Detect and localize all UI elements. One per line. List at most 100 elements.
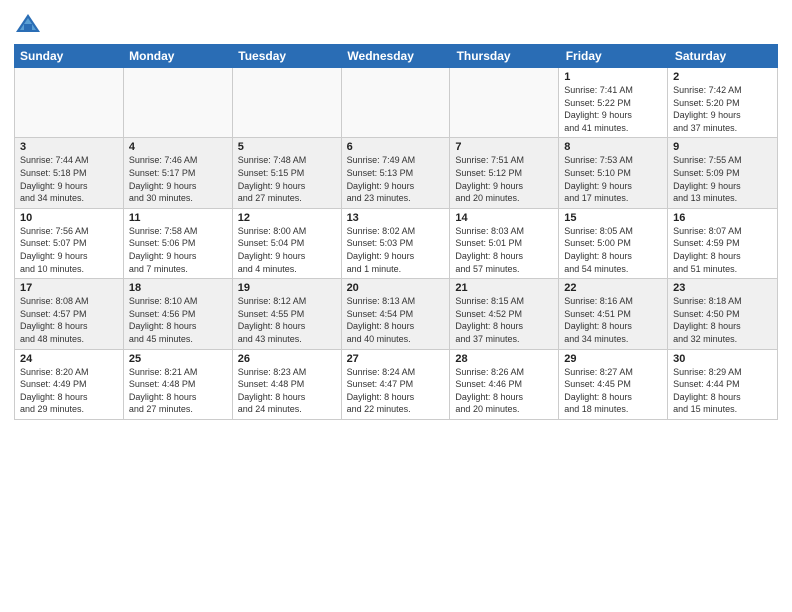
day-number: 10 [20, 212, 118, 224]
day-info: Sunrise: 8:27 AM Sunset: 4:45 PM Dayligh… [564, 366, 662, 416]
day-info: Sunrise: 7:51 AM Sunset: 5:12 PM Dayligh… [455, 154, 553, 204]
day-cell-18: 18Sunrise: 8:10 AM Sunset: 4:56 PM Dayli… [124, 279, 233, 348]
logo-icon [14, 10, 42, 38]
day-number: 20 [347, 282, 445, 294]
calendar-body: 1Sunrise: 7:41 AM Sunset: 5:22 PM Daylig… [14, 68, 778, 420]
day-info: Sunrise: 8:07 AM Sunset: 4:59 PM Dayligh… [673, 225, 772, 275]
day-cell-8: 8Sunrise: 7:53 AM Sunset: 5:10 PM Daylig… [559, 138, 668, 207]
day-cell-14: 14Sunrise: 8:03 AM Sunset: 5:01 PM Dayli… [450, 209, 559, 278]
header-cell-friday: Friday [560, 44, 669, 68]
header-cell-monday: Monday [123, 44, 232, 68]
day-cell-3: 3Sunrise: 7:44 AM Sunset: 5:18 PM Daylig… [15, 138, 124, 207]
header-cell-saturday: Saturday [669, 44, 778, 68]
day-cell-10: 10Sunrise: 7:56 AM Sunset: 5:07 PM Dayli… [15, 209, 124, 278]
day-cell-25: 25Sunrise: 8:21 AM Sunset: 4:48 PM Dayli… [124, 350, 233, 419]
day-cell-6: 6Sunrise: 7:49 AM Sunset: 5:13 PM Daylig… [342, 138, 451, 207]
day-number: 3 [20, 141, 118, 153]
day-number: 16 [673, 212, 772, 224]
day-cell-empty [342, 68, 451, 137]
day-number: 9 [673, 141, 772, 153]
day-number: 22 [564, 282, 662, 294]
day-info: Sunrise: 7:56 AM Sunset: 5:07 PM Dayligh… [20, 225, 118, 275]
day-cell-11: 11Sunrise: 7:58 AM Sunset: 5:06 PM Dayli… [124, 209, 233, 278]
day-number: 18 [129, 282, 227, 294]
day-number: 5 [238, 141, 336, 153]
week-row-2: 10Sunrise: 7:56 AM Sunset: 5:07 PM Dayli… [15, 209, 777, 279]
day-number: 15 [564, 212, 662, 224]
day-info: Sunrise: 7:48 AM Sunset: 5:15 PM Dayligh… [238, 154, 336, 204]
header-cell-wednesday: Wednesday [341, 44, 450, 68]
day-info: Sunrise: 8:12 AM Sunset: 4:55 PM Dayligh… [238, 295, 336, 345]
day-info: Sunrise: 8:21 AM Sunset: 4:48 PM Dayligh… [129, 366, 227, 416]
day-info: Sunrise: 8:23 AM Sunset: 4:48 PM Dayligh… [238, 366, 336, 416]
day-info: Sunrise: 8:16 AM Sunset: 4:51 PM Dayligh… [564, 295, 662, 345]
day-number: 29 [564, 353, 662, 365]
day-info: Sunrise: 8:03 AM Sunset: 5:01 PM Dayligh… [455, 225, 553, 275]
day-number: 8 [564, 141, 662, 153]
day-number: 2 [673, 71, 772, 83]
day-number: 24 [20, 353, 118, 365]
day-info: Sunrise: 7:58 AM Sunset: 5:06 PM Dayligh… [129, 225, 227, 275]
day-number: 1 [564, 71, 662, 83]
day-info: Sunrise: 7:55 AM Sunset: 5:09 PM Dayligh… [673, 154, 772, 204]
day-number: 7 [455, 141, 553, 153]
day-number: 27 [347, 353, 445, 365]
day-number: 13 [347, 212, 445, 224]
day-info: Sunrise: 8:13 AM Sunset: 4:54 PM Dayligh… [347, 295, 445, 345]
day-info: Sunrise: 8:24 AM Sunset: 4:47 PM Dayligh… [347, 366, 445, 416]
day-cell-27: 27Sunrise: 8:24 AM Sunset: 4:47 PM Dayli… [342, 350, 451, 419]
day-cell-17: 17Sunrise: 8:08 AM Sunset: 4:57 PM Dayli… [15, 279, 124, 348]
day-number: 25 [129, 353, 227, 365]
day-cell-4: 4Sunrise: 7:46 AM Sunset: 5:17 PM Daylig… [124, 138, 233, 207]
header-cell-sunday: Sunday [14, 44, 123, 68]
day-info: Sunrise: 7:44 AM Sunset: 5:18 PM Dayligh… [20, 154, 118, 204]
page-header [14, 10, 778, 38]
day-info: Sunrise: 8:20 AM Sunset: 4:49 PM Dayligh… [20, 366, 118, 416]
day-number: 30 [673, 353, 772, 365]
day-cell-2: 2Sunrise: 7:42 AM Sunset: 5:20 PM Daylig… [668, 68, 777, 137]
day-cell-13: 13Sunrise: 8:02 AM Sunset: 5:03 PM Dayli… [342, 209, 451, 278]
day-number: 26 [238, 353, 336, 365]
day-number: 19 [238, 282, 336, 294]
day-cell-20: 20Sunrise: 8:13 AM Sunset: 4:54 PM Dayli… [342, 279, 451, 348]
week-row-1: 3Sunrise: 7:44 AM Sunset: 5:18 PM Daylig… [15, 138, 777, 208]
day-cell-24: 24Sunrise: 8:20 AM Sunset: 4:49 PM Dayli… [15, 350, 124, 419]
day-info: Sunrise: 7:41 AM Sunset: 5:22 PM Dayligh… [564, 84, 662, 134]
day-cell-12: 12Sunrise: 8:00 AM Sunset: 5:04 PM Dayli… [233, 209, 342, 278]
day-cell-23: 23Sunrise: 8:18 AM Sunset: 4:50 PM Dayli… [668, 279, 777, 348]
day-info: Sunrise: 8:02 AM Sunset: 5:03 PM Dayligh… [347, 225, 445, 275]
header-cell-tuesday: Tuesday [232, 44, 341, 68]
calendar-weeks: 1Sunrise: 7:41 AM Sunset: 5:22 PM Daylig… [15, 68, 777, 419]
header-cell-thursday: Thursday [451, 44, 560, 68]
calendar-header: SundayMondayTuesdayWednesdayThursdayFrid… [14, 44, 778, 68]
day-info: Sunrise: 7:49 AM Sunset: 5:13 PM Dayligh… [347, 154, 445, 204]
day-number: 28 [455, 353, 553, 365]
day-cell-1: 1Sunrise: 7:41 AM Sunset: 5:22 PM Daylig… [559, 68, 668, 137]
logo [14, 10, 44, 38]
day-number: 11 [129, 212, 227, 224]
day-info: Sunrise: 7:53 AM Sunset: 5:10 PM Dayligh… [564, 154, 662, 204]
day-info: Sunrise: 8:10 AM Sunset: 4:56 PM Dayligh… [129, 295, 227, 345]
day-cell-empty [124, 68, 233, 137]
day-cell-22: 22Sunrise: 8:16 AM Sunset: 4:51 PM Dayli… [559, 279, 668, 348]
week-row-4: 24Sunrise: 8:20 AM Sunset: 4:49 PM Dayli… [15, 350, 777, 419]
week-row-0: 1Sunrise: 7:41 AM Sunset: 5:22 PM Daylig… [15, 68, 777, 138]
day-cell-empty [450, 68, 559, 137]
day-cell-empty [15, 68, 124, 137]
day-number: 12 [238, 212, 336, 224]
day-number: 6 [347, 141, 445, 153]
week-row-3: 17Sunrise: 8:08 AM Sunset: 4:57 PM Dayli… [15, 279, 777, 349]
day-info: Sunrise: 7:42 AM Sunset: 5:20 PM Dayligh… [673, 84, 772, 134]
day-cell-30: 30Sunrise: 8:29 AM Sunset: 4:44 PM Dayli… [668, 350, 777, 419]
day-info: Sunrise: 8:29 AM Sunset: 4:44 PM Dayligh… [673, 366, 772, 416]
day-number: 14 [455, 212, 553, 224]
day-info: Sunrise: 8:26 AM Sunset: 4:46 PM Dayligh… [455, 366, 553, 416]
day-info: Sunrise: 8:05 AM Sunset: 5:00 PM Dayligh… [564, 225, 662, 275]
day-info: Sunrise: 7:46 AM Sunset: 5:17 PM Dayligh… [129, 154, 227, 204]
day-info: Sunrise: 8:00 AM Sunset: 5:04 PM Dayligh… [238, 225, 336, 275]
day-cell-26: 26Sunrise: 8:23 AM Sunset: 4:48 PM Dayli… [233, 350, 342, 419]
day-info: Sunrise: 8:08 AM Sunset: 4:57 PM Dayligh… [20, 295, 118, 345]
day-number: 23 [673, 282, 772, 294]
day-cell-28: 28Sunrise: 8:26 AM Sunset: 4:46 PM Dayli… [450, 350, 559, 419]
day-number: 21 [455, 282, 553, 294]
